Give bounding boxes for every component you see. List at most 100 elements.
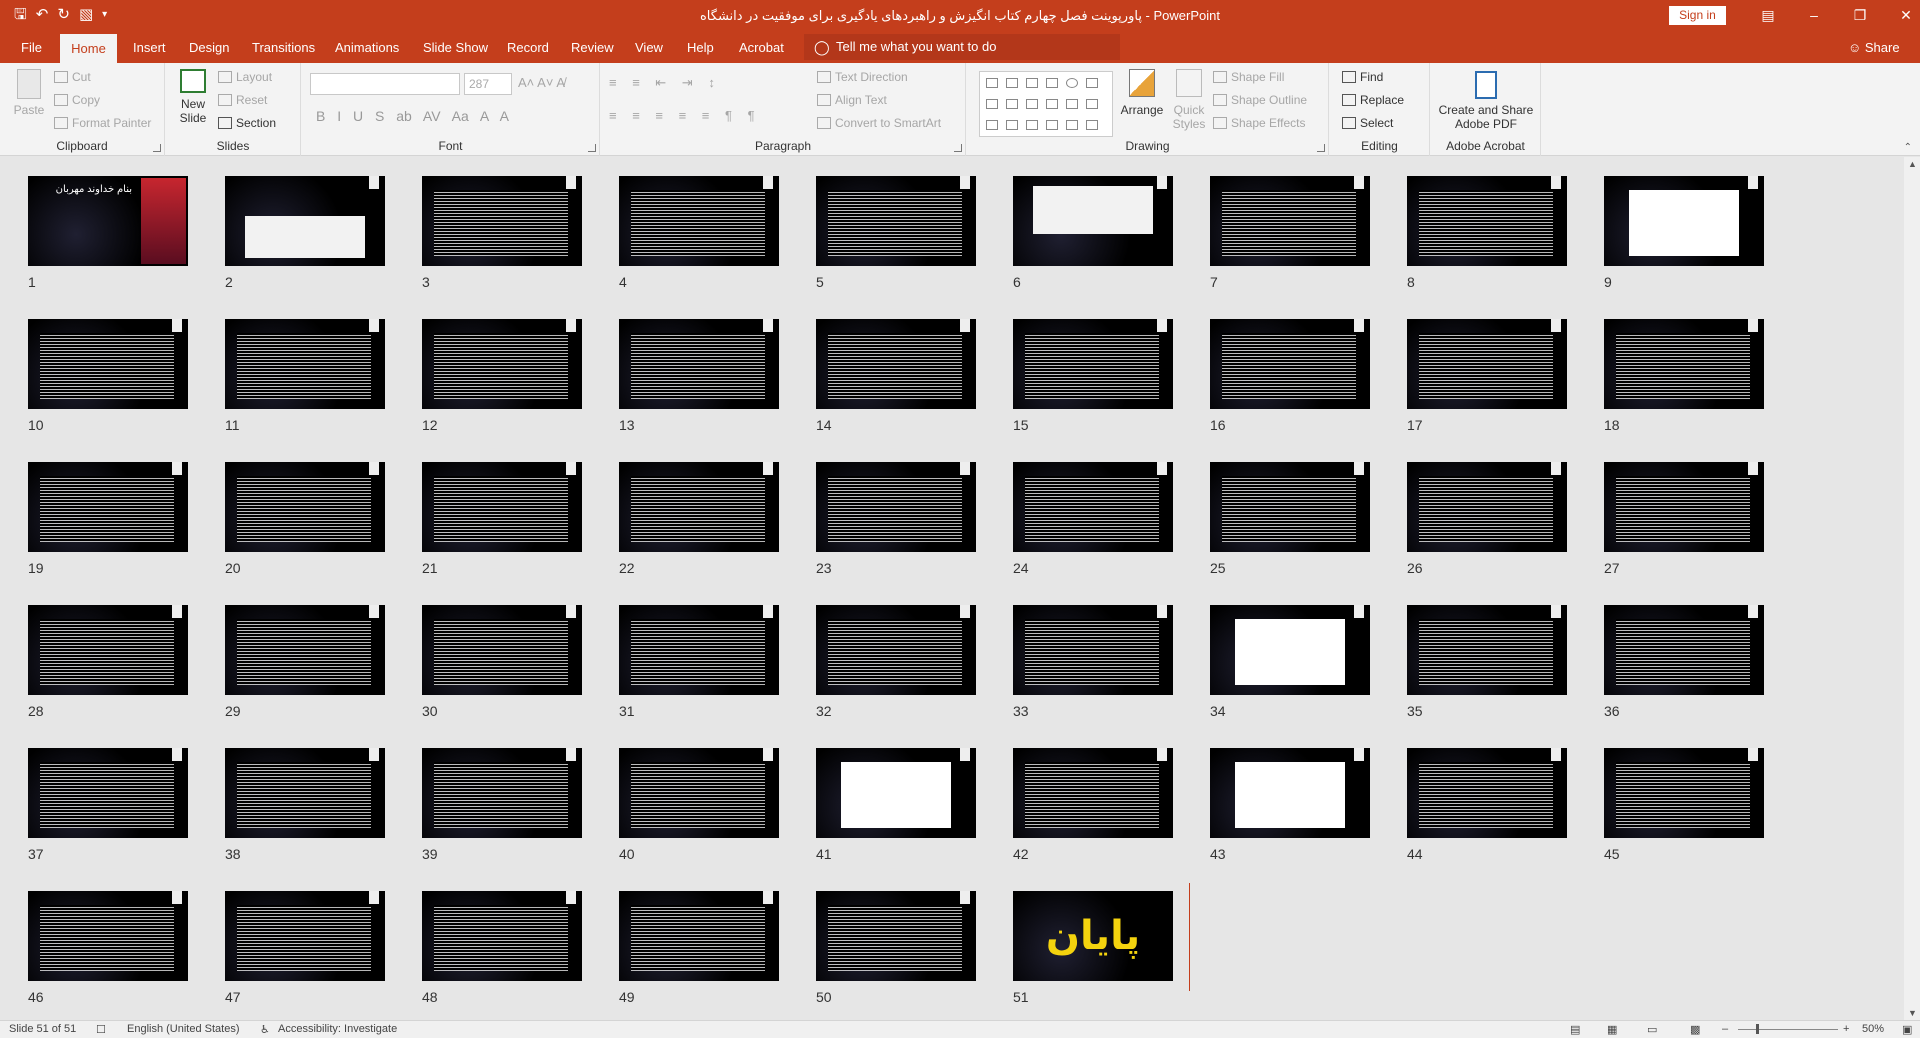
- slide-thumbnail[interactable]: [816, 748, 976, 838]
- slide-thumbnail[interactable]: [225, 176, 385, 266]
- reset-button[interactable]: Reset: [218, 93, 267, 107]
- slide-thumbnail[interactable]: [422, 605, 582, 695]
- tab-view[interactable]: View: [635, 40, 663, 55]
- zoom-level[interactable]: 50%: [1862, 1023, 1884, 1035]
- accessibility-status[interactable]: Accessibility: Investigate: [278, 1023, 397, 1035]
- convert-smartart-button[interactable]: Convert to SmartArt: [817, 116, 941, 130]
- normal-view-icon[interactable]: ▤: [1570, 1023, 1580, 1036]
- create-share-pdf-button[interactable]: Create and Share Adobe PDF: [1436, 71, 1536, 131]
- tab-animations[interactable]: Animations: [335, 40, 399, 55]
- slide-thumbnail[interactable]: [1407, 462, 1567, 552]
- font-format-buttons[interactable]: B I U S ab AV Aa A A: [316, 108, 509, 124]
- tab-file[interactable]: File: [21, 40, 42, 55]
- cut-button[interactable]: Cut: [54, 70, 91, 84]
- vertical-scrollbar[interactable]: ▲ ▼: [1904, 157, 1920, 1020]
- share-button[interactable]: ☺ Share: [1848, 40, 1900, 55]
- tab-acrobat[interactable]: Acrobat: [739, 40, 784, 55]
- quick-styles-button[interactable]: Quick Styles: [1171, 69, 1207, 131]
- copy-button[interactable]: Copy: [54, 93, 100, 107]
- slide-thumbnail[interactable]: [1604, 319, 1764, 409]
- select-button[interactable]: Select: [1342, 116, 1393, 130]
- slide-thumbnail[interactable]: پایان: [1013, 891, 1173, 981]
- reading-view-icon[interactable]: ▭: [1647, 1023, 1657, 1036]
- slide-thumbnail[interactable]: [422, 891, 582, 981]
- text-direction-button[interactable]: Text Direction: [817, 70, 908, 84]
- scroll-down-icon[interactable]: ▼: [1908, 1008, 1917, 1018]
- slide-thumbnail[interactable]: [28, 891, 188, 981]
- slide-thumbnail[interactable]: [1210, 605, 1370, 695]
- arrange-button[interactable]: Arrange: [1117, 69, 1167, 117]
- slide-thumbnail[interactable]: [1604, 748, 1764, 838]
- align-text-button[interactable]: Align Text: [817, 93, 887, 107]
- paste-button[interactable]: Paste: [12, 69, 46, 117]
- find-button[interactable]: Find: [1342, 70, 1383, 84]
- slide-thumbnail[interactable]: [225, 605, 385, 695]
- slide-thumbnail[interactable]: [816, 176, 976, 266]
- tab-help[interactable]: Help: [687, 40, 714, 55]
- slide-thumbnail[interactable]: [28, 748, 188, 838]
- slide-thumbnail[interactable]: [422, 462, 582, 552]
- language-status[interactable]: English (United States): [127, 1023, 240, 1035]
- drawing-dialog-launcher[interactable]: [1317, 144, 1325, 152]
- slide-thumbnail[interactable]: [28, 605, 188, 695]
- close-icon[interactable]: ✕: [1883, 5, 1920, 25]
- slide-thumbnail[interactable]: [1407, 319, 1567, 409]
- slide-thumbnail[interactable]: [1013, 176, 1173, 266]
- slide-thumbnail[interactable]: [1604, 176, 1764, 266]
- slide-thumbnail[interactable]: [1013, 319, 1173, 409]
- slide-thumbnail[interactable]: [1407, 176, 1567, 266]
- slide-thumbnail[interactable]: [1210, 176, 1370, 266]
- fit-to-window-icon[interactable]: ▣: [1902, 1023, 1912, 1036]
- slide-thumbnail[interactable]: [225, 891, 385, 981]
- font-dialog-launcher[interactable]: [588, 144, 596, 152]
- slide-thumbnail[interactable]: [619, 462, 779, 552]
- tab-home[interactable]: Home: [60, 34, 117, 63]
- accessibility-icon[interactable]: ♿: [260, 1023, 270, 1036]
- collapse-ribbon-icon[interactable]: ⌃: [1904, 142, 1912, 153]
- slide-thumbnail[interactable]: [422, 176, 582, 266]
- zoom-out-icon[interactable]: –: [1722, 1023, 1728, 1035]
- sign-in-button[interactable]: Sign in: [1669, 6, 1726, 25]
- slide-thumbnail[interactable]: [816, 891, 976, 981]
- new-slide-button[interactable]: New Slide: [176, 69, 210, 125]
- slide-sorter-icon[interactable]: ▦: [1607, 1023, 1617, 1036]
- format-painter-button[interactable]: Format Painter: [54, 116, 151, 130]
- slide-thumbnail[interactable]: [225, 748, 385, 838]
- slide-thumbnail[interactable]: [816, 462, 976, 552]
- list-buttons[interactable]: ≡ ≡ ⇤ ⇥ ↕: [609, 75, 715, 91]
- font-size-dropdown[interactable]: 287: [464, 73, 512, 95]
- slide-thumbnail[interactable]: [422, 319, 582, 409]
- slide-thumbnail[interactable]: [619, 605, 779, 695]
- tab-review[interactable]: Review: [571, 40, 614, 55]
- font-name-dropdown[interactable]: [310, 73, 460, 95]
- clipboard-dialog-launcher[interactable]: [153, 144, 161, 152]
- slide-thumbnail[interactable]: [816, 319, 976, 409]
- section-button[interactable]: Section: [218, 116, 276, 130]
- slide-thumbnail[interactable]: [619, 891, 779, 981]
- zoom-in-icon[interactable]: +: [1843, 1023, 1849, 1035]
- slide-thumbnail[interactable]: [619, 748, 779, 838]
- slide-thumbnail[interactable]: [1604, 605, 1764, 695]
- slide-thumbnail[interactable]: [1013, 462, 1173, 552]
- font-size-buttons[interactable]: A˄ A˅ A̸: [518, 75, 565, 90]
- zoom-slider-thumb[interactable]: [1756, 1024, 1759, 1034]
- tab-insert[interactable]: Insert: [133, 40, 166, 55]
- zoom-slider[interactable]: [1738, 1029, 1838, 1030]
- tell-me-search[interactable]: ◯ Tell me what you want to do: [804, 34, 1120, 60]
- tab-slide-show[interactable]: Slide Show: [423, 40, 488, 55]
- alignment-buttons[interactable]: ≡ ≡ ≡ ≡ ≡ ¶ ¶: [609, 108, 755, 123]
- slide-thumbnail[interactable]: [1210, 462, 1370, 552]
- ribbon-display-icon[interactable]: ▤: [1745, 5, 1791, 25]
- slide-sorter-view[interactable]: بنام خداوند مهربان 1 2 3 4 5 6 7 8 9 10 11 12 13 14 15 1…: [0, 157, 1904, 1020]
- tab-design[interactable]: Design: [189, 40, 229, 55]
- shape-outline-button[interactable]: Shape Outline: [1213, 93, 1307, 107]
- layout-button[interactable]: Layout: [218, 70, 272, 84]
- slide-thumbnail[interactable]: [1013, 605, 1173, 695]
- slide-show-icon[interactable]: ▩: [1690, 1023, 1700, 1036]
- slide-thumbnail[interactable]: [28, 319, 188, 409]
- slide-thumbnail[interactable]: [1407, 605, 1567, 695]
- slide-thumbnail[interactable]: [225, 319, 385, 409]
- replace-button[interactable]: Replace: [1342, 93, 1404, 107]
- slide-thumbnail[interactable]: [816, 605, 976, 695]
- shape-fill-button[interactable]: Shape Fill: [1213, 70, 1284, 84]
